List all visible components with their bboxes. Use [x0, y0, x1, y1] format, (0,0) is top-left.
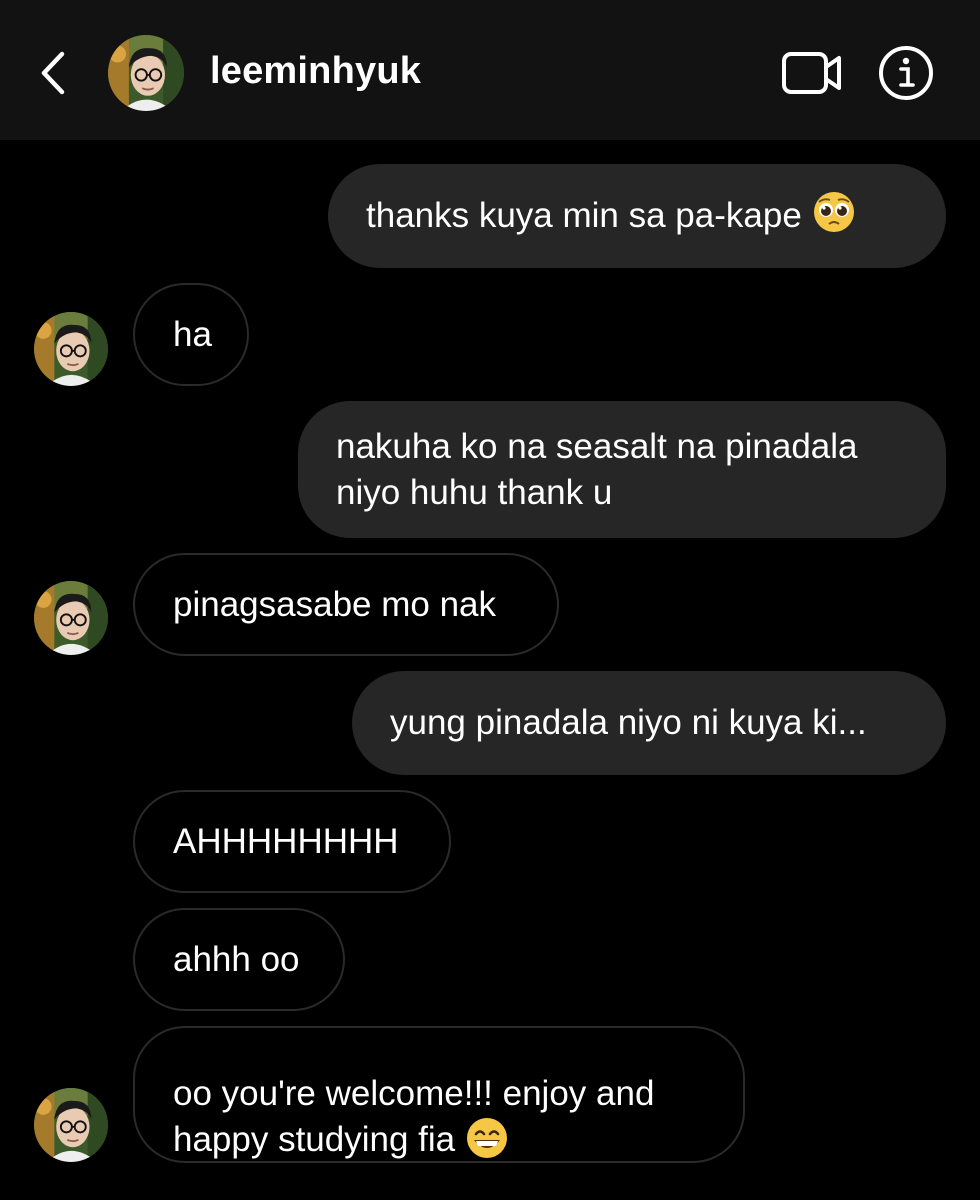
pleading-face-emoji-icon [813, 192, 854, 232]
conversation-header: leeminhyuk [0, 0, 980, 140]
message-text-content: oo you're welcome!!! enjoy and happy stu… [173, 1074, 655, 1160]
avatar[interactable] [34, 581, 108, 655]
avatar[interactable] [108, 35, 184, 111]
message-text: AHHHHHHHH [173, 821, 399, 861]
info-icon [879, 46, 933, 100]
message-text: nakuha ko na seasalt na pinadala niyo hu… [336, 426, 858, 512]
message-bubble-outgoing[interactable]: thanks kuya min sa pa-kape [328, 164, 946, 268]
info-button[interactable] [878, 45, 934, 101]
message-bubble-outgoing[interactable]: nakuha ko na seasalt na pinadala niyo hu… [298, 401, 946, 538]
message-text: ahhh oo [173, 939, 300, 979]
back-button[interactable] [30, 48, 76, 98]
grinning-face-emoji-icon [467, 1117, 508, 1158]
video-call-button[interactable] [780, 50, 844, 96]
message-text: thanks kuya min sa pa-kape [366, 196, 802, 235]
message-bubble-incoming[interactable]: ahhh oo [133, 908, 345, 1011]
message-bubble-outgoing[interactable]: yung pinadala niyo ni kuya ki... [352, 671, 946, 775]
message-text: oo you're welcome!!! enjoy and happy stu… [173, 1025, 654, 1164]
message-text: pinagsasabe mo nak [173, 584, 496, 624]
message-bubble-incoming[interactable]: AHHHHHHHH [133, 790, 451, 893]
message-bubble-incoming[interactable]: oo you're welcome!!! enjoy and happy stu… [133, 1026, 745, 1163]
avatar[interactable] [34, 1088, 108, 1162]
message-bubble-incoming[interactable]: pinagsasabe mo nak [133, 553, 559, 656]
chevron-left-icon [41, 51, 65, 95]
dm-thread-screen: leeminhyuk thanks kuya min sa pa-kape ha… [0, 0, 980, 1200]
avatar[interactable] [34, 312, 108, 386]
username-title[interactable]: leeminhyuk [210, 50, 421, 93]
video-camera-icon [782, 52, 841, 94]
message-text: yung pinadala niyo ni kuya ki... [390, 703, 867, 742]
message-bubble-incoming[interactable]: ha [133, 283, 249, 386]
message-text: ha [173, 314, 212, 354]
